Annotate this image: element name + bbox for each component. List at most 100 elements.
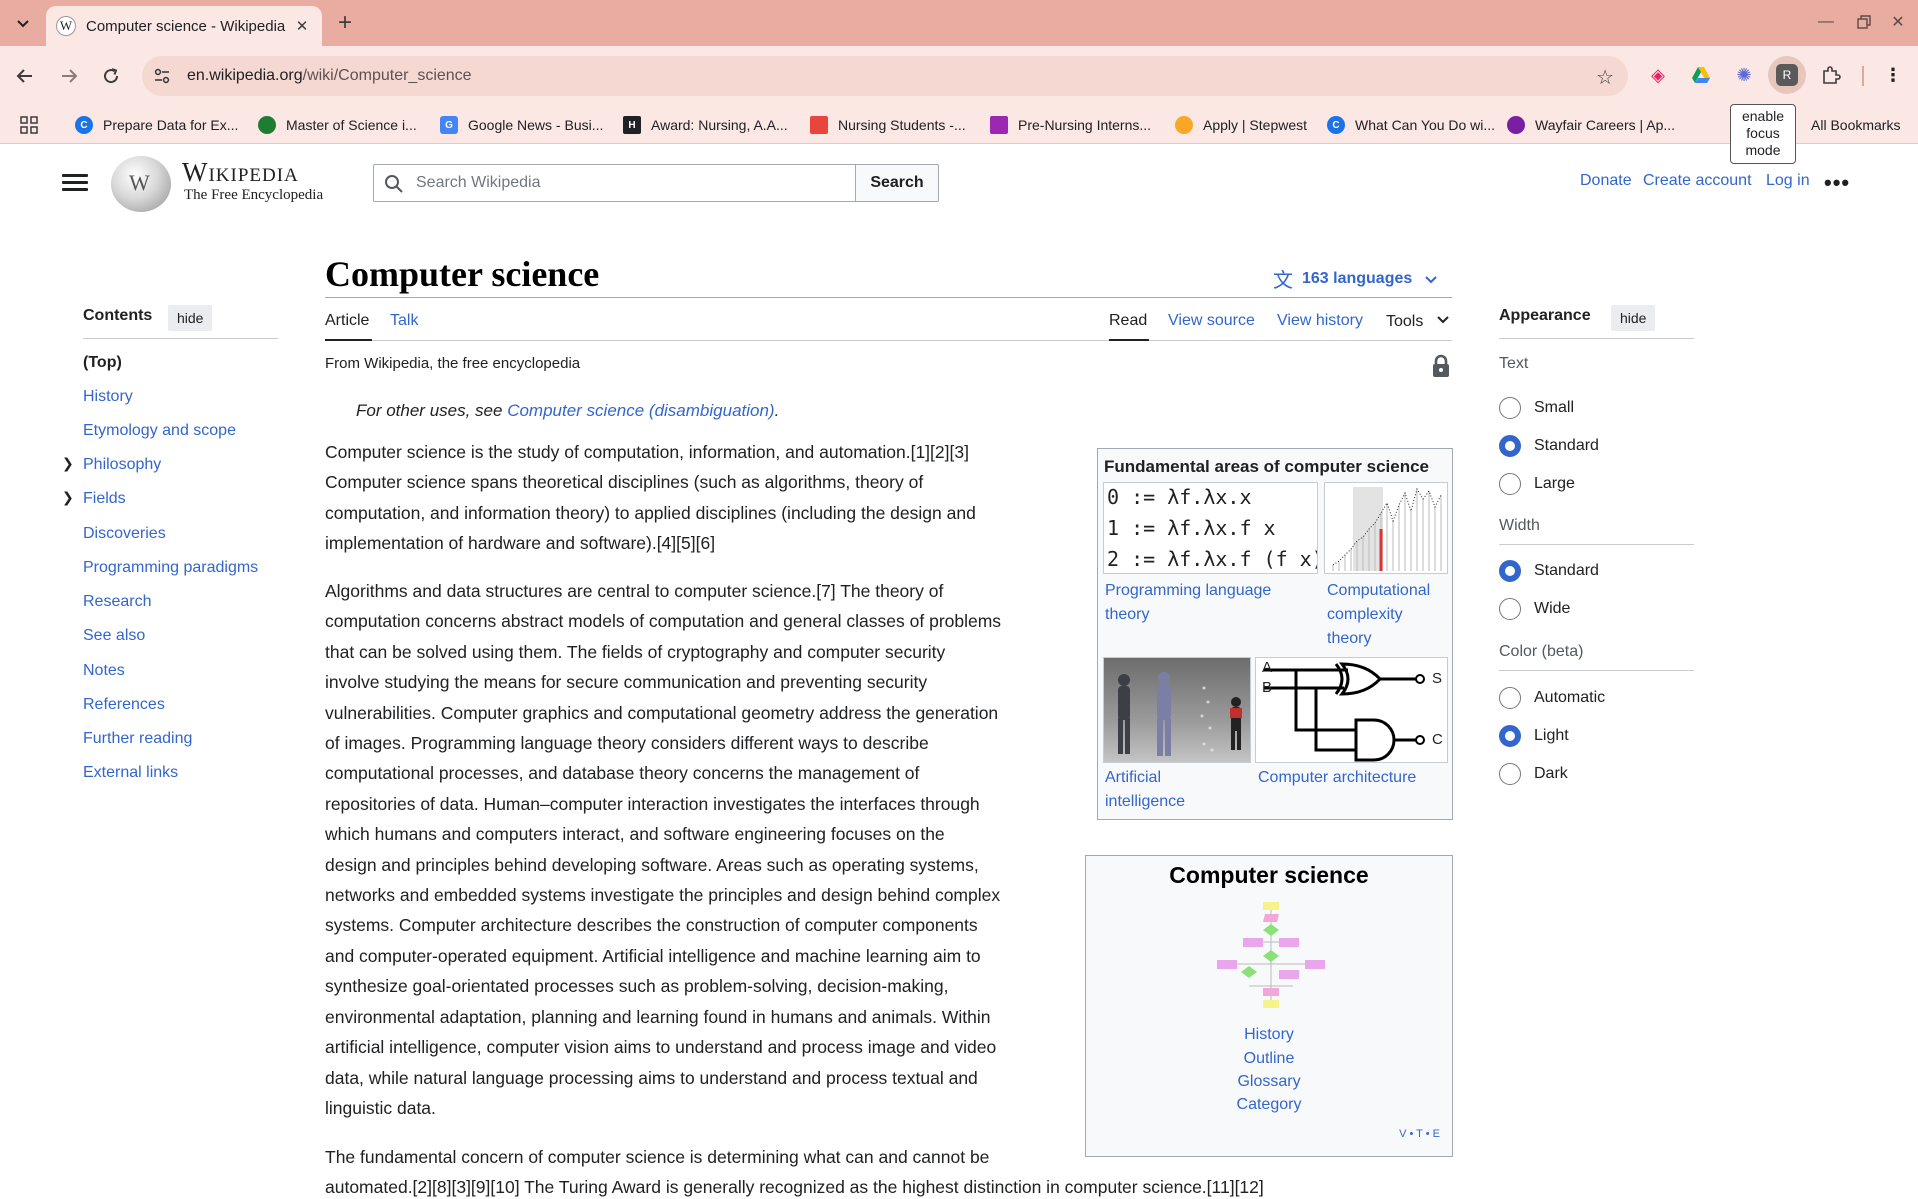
lambda-calculus-image[interactable]: 0 := λf.λx.x 1 := λf.λx.f x 2 := λf.λx.f… (1103, 482, 1318, 574)
apps-grid-icon[interactable] (20, 114, 38, 136)
toc-item-notes[interactable]: Notes (83, 662, 125, 680)
bookmark-star-icon[interactable]: ☆ (1596, 65, 1614, 90)
chrome-menu-icon[interactable]: ⋮ (1880, 62, 1906, 88)
color-automatic-option[interactable]: Automatic (1499, 686, 1605, 710)
bookmark-item[interactable]: Apply | Stepwest (1175, 114, 1307, 136)
bookmark-item[interactable]: Pre-Nursing Interns... (990, 114, 1151, 136)
appearance-hide-button[interactable]: hide (1611, 305, 1656, 331)
search-input[interactable] (416, 166, 846, 200)
toc-item-philosophy[interactable]: Philosophy (83, 456, 161, 474)
radio-button[interactable] (1499, 598, 1521, 620)
new-tab-button[interactable]: + (332, 11, 358, 37)
extensions-puzzle-icon[interactable] (1818, 62, 1844, 88)
tab-close-icon[interactable]: ✕ (292, 16, 312, 36)
bookmark-item[interactable]: C What Can You Do wi... (1327, 114, 1495, 136)
flowchart-image[interactable] (1209, 900, 1333, 1012)
toc-item-discoveries[interactable]: Discoveries (83, 525, 166, 543)
tools-label: Tools (1386, 313, 1424, 330)
tab-view-source[interactable]: View source (1168, 312, 1255, 330)
ai-caption-link[interactable]: Artificial intelligence (1105, 766, 1185, 814)
page-title: Computer science (325, 254, 600, 294)
toc-item-references[interactable]: References (83, 696, 165, 714)
radio-button-selected[interactable] (1499, 560, 1521, 582)
complexity-chart-image[interactable] (1324, 482, 1448, 574)
toc-hide-button[interactable]: hide (168, 305, 213, 331)
reload-icon[interactable] (96, 61, 126, 91)
toc-item-history[interactable]: History (83, 388, 133, 406)
radio-button-selected[interactable] (1499, 435, 1521, 457)
wikipedia-globe-logo[interactable] (111, 156, 171, 212)
toc-item-top[interactable]: (Top) (83, 354, 122, 372)
toc-item-research[interactable]: Research (83, 593, 151, 611)
url-text[interactable]: en.wikipedia.org/wiki/Computer_science (187, 67, 472, 85)
toc-item-external-links[interactable]: External links (83, 764, 178, 782)
navbox-link-outline[interactable]: Outline (1086, 1050, 1452, 1068)
bookmark-item[interactable]: H Award: Nursing, A.A... (623, 114, 788, 136)
tab-article[interactable]: Article (325, 312, 369, 330)
tab-read[interactable]: Read (1109, 312, 1147, 330)
wikipedia-wordmark[interactable]: Wikipedia (182, 157, 299, 188)
lock-icon[interactable] (1430, 354, 1452, 378)
toc-item-etymology[interactable]: Etymology and scope (83, 422, 236, 440)
profile-extension-icon[interactable]: R (1776, 64, 1798, 86)
restore-icon[interactable] (1846, 8, 1882, 36)
width-wide-option[interactable]: Wide (1499, 597, 1570, 621)
navbox-link-history[interactable]: History (1086, 1026, 1452, 1044)
disambiguation-link[interactable]: Computer science (disambiguation) (507, 401, 774, 420)
bookmark-item[interactable]: Master of Science i... (258, 114, 417, 136)
tab-view-history[interactable]: View history (1277, 312, 1363, 330)
active-tab[interactable]: W Computer science - Wikipedia ✕ (46, 6, 322, 46)
bookmark-item[interactable]: Nursing Students -... (810, 114, 966, 136)
tab-talk[interactable]: Talk (390, 312, 418, 330)
extension-arrow-icon[interactable]: ◈ (1645, 62, 1671, 88)
complexity-caption-link[interactable]: Computational complexity theory (1327, 579, 1430, 651)
navbox-link-glossary[interactable]: Glossary (1086, 1073, 1452, 1091)
text-size-small-option[interactable]: Small (1499, 396, 1574, 420)
minimize-icon[interactable]: — (1808, 8, 1844, 36)
address-bar[interactable]: en.wikipedia.org/wiki/Computer_science ☆ (142, 56, 1628, 96)
color-light-option[interactable]: Light (1499, 724, 1569, 748)
search-field[interactable] (373, 164, 856, 202)
toc-expand-fields-icon[interactable]: ❯ (62, 489, 74, 506)
color-dark-option[interactable]: Dark (1499, 762, 1568, 786)
architecture-caption-link[interactable]: Computer architecture (1258, 766, 1416, 790)
radio-button[interactable] (1499, 763, 1521, 785)
log-in-link[interactable]: Log in (1766, 172, 1810, 190)
toc-item-further-reading[interactable]: Further reading (83, 730, 192, 748)
navbox-vte-links[interactable]: V • T • E (1399, 1128, 1440, 1140)
radio-button[interactable] (1499, 397, 1521, 419)
tab-search-chevron-icon[interactable] (10, 10, 36, 36)
ai-assistant-icon[interactable]: ✺ (1731, 62, 1757, 88)
bookmark-item[interactable]: G Google News - Busi... (440, 114, 603, 136)
tab-tools[interactable]: Tools (1386, 312, 1450, 331)
donate-link[interactable]: Donate (1580, 172, 1632, 190)
toc-item-see-also[interactable]: See also (83, 627, 145, 645)
text-size-label: Text (1499, 355, 1529, 372)
plt-caption-link[interactable]: Programming language theory (1105, 579, 1271, 627)
toc-item-fields[interactable]: Fields (83, 490, 126, 508)
radio-button[interactable] (1499, 687, 1521, 709)
toc-expand-philosophy-icon[interactable]: ❯ (62, 455, 74, 472)
main-menu-icon[interactable] (62, 170, 88, 196)
all-bookmarks[interactable]: All Bookmarks (1811, 114, 1900, 136)
logic-circuit-image[interactable]: A B S C (1255, 657, 1448, 763)
bookmark-item[interactable]: Wayfair Careers | Ap... (1507, 114, 1675, 136)
radio-button[interactable] (1499, 473, 1521, 495)
back-arrow-icon[interactable] (10, 61, 40, 91)
forward-arrow-icon[interactable] (54, 61, 84, 91)
text-size-large-option[interactable]: Large (1499, 472, 1575, 496)
bookmark-item[interactable]: C Prepare Data for Ex... (75, 114, 238, 136)
language-button[interactable]: 文 163 languages (1273, 264, 1438, 293)
toc-item-programming-paradigms[interactable]: Programming paradigms (83, 559, 258, 577)
search-button[interactable]: Search (855, 164, 939, 202)
radio-button-selected[interactable] (1499, 725, 1521, 747)
text-size-standard-option[interactable]: Standard (1499, 434, 1599, 458)
window-close-icon[interactable]: ✕ (1880, 8, 1916, 36)
site-info-icon[interactable] (152, 66, 172, 86)
navbox-link-category[interactable]: Category (1086, 1096, 1452, 1114)
more-options-icon[interactable]: ••• (1824, 170, 1850, 196)
artificial-intelligence-image[interactable] (1103, 657, 1251, 763)
create-account-link[interactable]: Create account (1643, 172, 1752, 190)
width-standard-option[interactable]: Standard (1499, 559, 1599, 583)
google-drive-icon[interactable] (1688, 62, 1714, 88)
